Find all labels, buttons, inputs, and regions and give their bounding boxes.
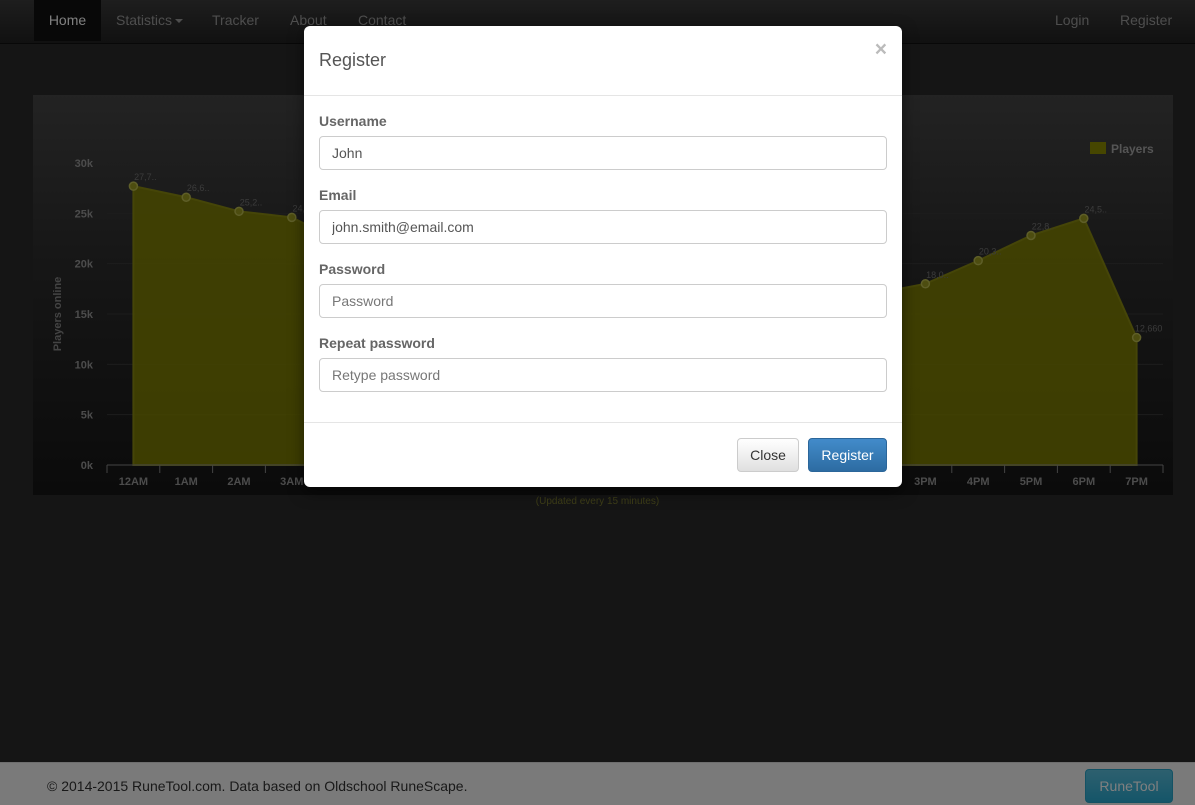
password-input[interactable] [319,284,887,318]
close-button[interactable]: Close [737,438,799,472]
username-input[interactable] [319,136,887,170]
modal-body: Username Email Password Repeat password [304,96,902,423]
email-label: Email [319,187,357,203]
password-label: Password [319,261,386,277]
repeat-password-label: Repeat password [319,335,435,351]
register-button[interactable]: Register [808,438,887,472]
email-input[interactable] [319,210,887,244]
register-modal: Register × Username Email Password Repea… [304,26,902,487]
modal-header: Register × [304,26,902,96]
repeat-password-input[interactable] [319,358,887,392]
username-label: Username [319,113,387,129]
modal-title: Register [319,50,387,70]
close-icon[interactable]: × [875,38,887,62]
